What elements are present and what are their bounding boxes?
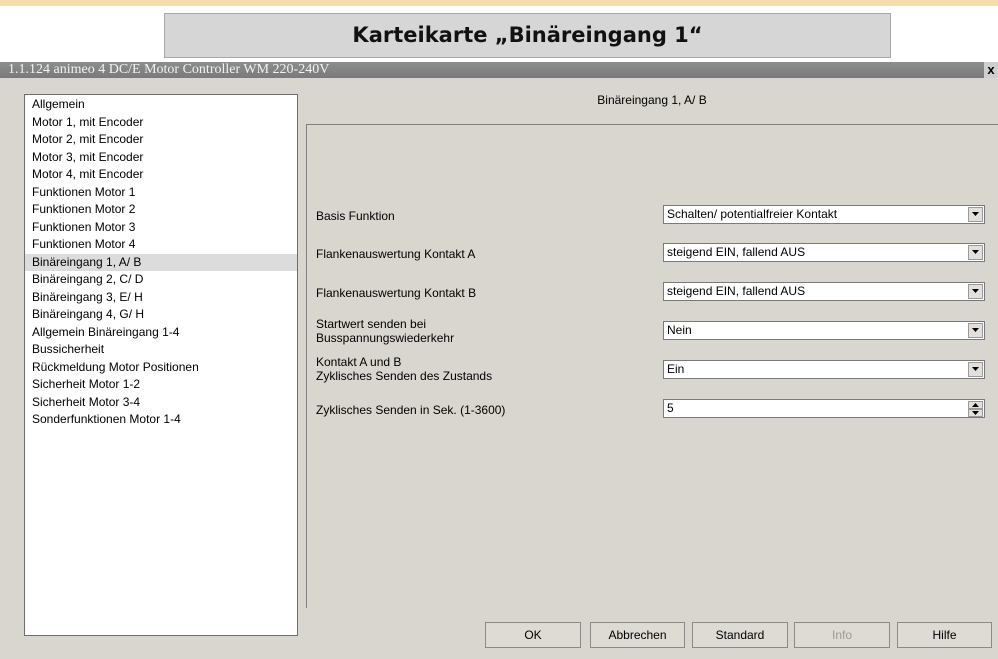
chevron-down-icon[interactable] <box>968 323 983 338</box>
tree-item[interactable]: Motor 2, mit Encoder <box>25 131 297 149</box>
help-button[interactable]: Hilfe <box>897 622 992 648</box>
parameter-tree[interactable]: Allgemein Motor 1, mit Encoder Motor 2, mi… <box>24 94 298 636</box>
tree-item[interactable]: Bussicherheit <box>25 341 297 359</box>
tree-item[interactable]: Binäreingang 4, G/ H <box>25 306 297 324</box>
tree-item[interactable]: Motor 4, mit Encoder <box>25 166 297 184</box>
param-label-startwert-line2: Busspannungswiederkehr <box>316 331 455 345</box>
basis-funktion-value: Schalten/ potentialfreier Kontakt <box>667 207 838 221</box>
zyklisch-zustand-value: Ein <box>667 362 685 376</box>
tree-item[interactable]: Sonderfunktionen Motor 1-4 <box>25 411 297 429</box>
flanke-b-value: steigend EIN, fallend AUS <box>667 284 806 298</box>
param-label-zyklisch-zustand-line2: Zyklisches Senden des Zustands <box>316 369 493 383</box>
param-label-zyklisch-sek: Zyklisches Senden in Sek. (1-3600) <box>316 403 506 417</box>
top-accent-strip <box>0 0 998 6</box>
startwert-dropdown[interactable]: Nein <box>663 321 985 340</box>
tree-item[interactable]: Rückmeldung Motor Positionen <box>25 359 297 377</box>
tree-item[interactable]: Motor 1, mit Encoder <box>25 114 297 132</box>
info-button: Info <box>794 622 890 648</box>
spin-down-icon[interactable] <box>968 409 983 417</box>
zyklisch-sek-value: 5 <box>667 401 674 415</box>
tree-item[interactable]: Binäreingang 2, C/ D <box>25 271 297 289</box>
page-caption: Karteikarte „Binäreingang 1“ <box>164 13 891 58</box>
startwert-value: Nein <box>667 323 692 337</box>
ok-button[interactable]: OK <box>485 622 581 648</box>
chevron-down-icon[interactable] <box>968 207 983 222</box>
chevron-down-icon[interactable] <box>968 245 983 260</box>
dialog-window: 1.1.124 animeo 4 DC/E Motor Controller W… <box>0 62 998 659</box>
tree-item[interactable]: Binäreingang 1, A/ B <box>25 253 297 271</box>
param-label-flanke-a: Flankenauswertung Kontakt A <box>316 247 476 261</box>
flanke-a-value: steigend EIN, fallend AUS <box>667 245 806 259</box>
chevron-down-icon[interactable] <box>968 362 983 377</box>
standard-button[interactable]: Standard <box>692 622 788 648</box>
param-label-zyklisch-zustand: Kontakt A und B Zyklisches Senden des Zu… <box>316 355 646 383</box>
panel-title: Binäreingang 1, A/ B <box>597 93 707 107</box>
tree-item[interactable]: Funktionen Motor 2 <box>25 201 297 219</box>
tree-item[interactable]: Allgemein <box>25 96 297 114</box>
tree-item[interactable]: Allgemein Binäreingang 1-4 <box>25 324 297 342</box>
chevron-down-icon[interactable] <box>968 284 983 299</box>
tree-item[interactable]: Funktionen Motor 3 <box>25 219 297 237</box>
param-label-startwert-line1: Startwert senden bei <box>316 317 427 331</box>
parameter-panel: Basis Funktion Schalten/ potentialfreier… <box>306 124 998 608</box>
zyklisch-zustand-dropdown[interactable]: Ein <box>663 360 985 379</box>
tree-item[interactable]: Sicherheit Motor 1-2 <box>25 376 297 394</box>
close-button[interactable]: x <box>984 62 998 78</box>
tree-item[interactable]: Sicherheit Motor 3-4 <box>25 394 297 412</box>
param-label-startwert: Startwert senden bei Busspannungswiederk… <box>316 317 646 345</box>
window-title: 1.1.124 animeo 4 DC/E Motor Controller W… <box>8 62 330 77</box>
param-label-flanke-b: Flankenauswertung Kontakt B <box>316 286 477 300</box>
title-bar: 1.1.124 animeo 4 DC/E Motor Controller W… <box>0 62 998 78</box>
flanke-b-dropdown[interactable]: steigend EIN, fallend AUS <box>663 282 985 301</box>
cancel-button[interactable]: Abbrechen <box>590 622 685 648</box>
param-label-zyklisch-zustand-line1: Kontakt A und B <box>316 355 402 369</box>
tree-item[interactable]: Funktionen Motor 4 <box>25 236 297 254</box>
spin-up-icon[interactable] <box>968 401 983 409</box>
param-label-basis-funktion: Basis Funktion <box>316 209 395 223</box>
flanke-a-dropdown[interactable]: steigend EIN, fallend AUS <box>663 243 985 262</box>
tree-item[interactable]: Motor 3, mit Encoder <box>25 149 297 167</box>
tree-item[interactable]: Funktionen Motor 1 <box>25 184 297 202</box>
basis-funktion-dropdown[interactable]: Schalten/ potentialfreier Kontakt <box>663 205 985 224</box>
zyklisch-sek-spinbox[interactable]: 5 <box>663 399 985 418</box>
tree-item[interactable]: Binäreingang 3, E/ H <box>25 289 297 307</box>
